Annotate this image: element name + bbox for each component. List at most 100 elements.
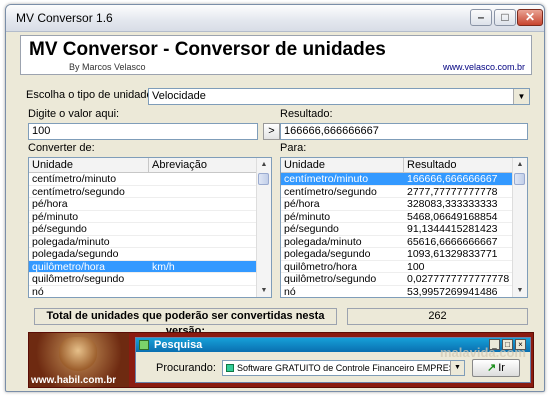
search-widget: Pesquisa _ □ × Procurando: Software GRAT… (135, 337, 531, 383)
list-item[interactable]: centímetro/minuto 166666,666666667 (281, 173, 513, 186)
list-item[interactable]: quilômetro/segundo 0,0277777777777778 (281, 273, 513, 286)
list-item-unit: centímetro/segundo (32, 185, 125, 198)
maximize-button[interactable]: □ (494, 9, 516, 26)
list-item-unit: pé/minuto (284, 210, 331, 223)
list-item-unit: nó (32, 285, 44, 298)
list-item-unit: quilômetro/segundo (32, 273, 125, 285)
result-field-text: 166666,666666667 (284, 125, 379, 137)
lion-logo-icon (59, 337, 97, 371)
list-item[interactable]: centímetro/minuto (29, 173, 257, 186)
unit-type-value: Velocidade (152, 90, 206, 102)
list-item-value: 5468,06649168854 (407, 210, 498, 223)
value-input-text: 100 (32, 125, 51, 137)
list-item[interactable]: pé/hora 328083,333333333 (281, 198, 513, 211)
column-header-unit[interactable]: Unidade (281, 158, 404, 172)
total-units-label: Total de unidades que poderão ser conver… (34, 308, 337, 337)
close-button[interactable]: ✕ (517, 9, 543, 26)
from-list-header: Unidade Abreviação (29, 158, 257, 173)
list-item[interactable]: pé/hora (29, 198, 257, 211)
list-item-unit: pé/segundo (284, 223, 339, 235)
list-item[interactable]: pé/minuto (29, 211, 257, 223)
search-label: Procurando: (156, 362, 216, 374)
list-item[interactable]: nó (29, 285, 257, 298)
list-item-value: 2777,77777777778 (407, 185, 498, 198)
list-item-unit: polegada/minuto (32, 235, 110, 248)
unit-type-label: Escolha o tipo de unidade: (26, 89, 156, 101)
from-label: Converter de: (28, 142, 95, 154)
list-item-value: km/h (152, 260, 175, 273)
search-combo[interactable]: Software GRATUITO de Controle Financeiro… (222, 360, 465, 376)
result-field[interactable]: 166666,666666667 (280, 123, 528, 140)
window-title: MV Conversor 1.6 (16, 11, 113, 25)
list-item-unit: centímetro/minuto (284, 173, 369, 185)
to-list-header: Unidade Resultado (281, 158, 513, 173)
list-item[interactable]: centímetro/segundo (29, 185, 257, 198)
value-input[interactable]: 100 (28, 123, 258, 140)
go-button-label: Ir (498, 362, 505, 374)
list-item[interactable]: quilômetro/hora 100 (281, 260, 513, 273)
from-list-scrollbar[interactable]: ▲ ▼ (256, 158, 271, 297)
list-item[interactable]: pé/segundo 91,1344415281423 (281, 223, 513, 236)
list-item-unit: nó (284, 285, 296, 298)
go-arrow-icon: ↗ (487, 362, 497, 374)
watermark: malavida.com (440, 345, 526, 360)
minimize-button[interactable]: – (470, 9, 492, 26)
column-header-unit[interactable]: Unidade (29, 158, 149, 172)
from-list-rows: centímetro/minuto centímetro/segundo pé/ho… (29, 173, 257, 298)
list-item-value: 1093,61329833771 (407, 248, 498, 260)
list-item-value: 0,0277777777777778 (407, 273, 510, 285)
list-item-value: 100 (407, 260, 425, 273)
go-button[interactable]: ↗ Ir (472, 359, 520, 377)
list-item[interactable]: quilômetro/hora km/h (29, 260, 257, 273)
title-bar[interactable]: MV Conversor 1.6 – □ ✕ (6, 5, 544, 32)
list-item[interactable]: polegada/segundo 1093,61329833771 (281, 248, 513, 261)
list-item[interactable]: centímetro/segundo 2777,77777777778 (281, 185, 513, 198)
search-title: Pesquisa (154, 339, 203, 351)
list-item[interactable]: quilômetro/segundo (29, 273, 257, 286)
habil-logo[interactable]: www.habil.com.br (29, 333, 129, 387)
list-item-unit: pé/hora (32, 198, 68, 210)
author-credit: By Marcos Velasco (69, 62, 146, 72)
list-item[interactable]: polegada/minuto 65616,6666666667 (281, 235, 513, 248)
scroll-thumb[interactable] (514, 173, 525, 185)
arrow-down-icon[interactable]: ▼ (513, 284, 527, 297)
from-unit-list[interactable]: Unidade Abreviação centímetro/minuto cent… (28, 157, 272, 298)
list-item-unit: pé/hora (284, 198, 320, 210)
list-item[interactable]: polegada/segundo (29, 248, 257, 261)
scroll-thumb[interactable] (258, 173, 269, 185)
search-combo-value: Software GRATUITO de Controle Financeiro… (237, 363, 465, 373)
list-item-value: 166666,666666667 (407, 173, 498, 185)
chevron-down-icon[interactable]: ▼ (513, 89, 529, 104)
column-header-abbr[interactable]: Abreviação (149, 158, 257, 172)
to-label: Para: (280, 142, 307, 154)
list-item[interactable]: polegada/minuto (29, 235, 257, 248)
list-item-unit: polegada/segundo (284, 248, 371, 260)
site-link[interactable]: www.velasco.com.br (443, 62, 525, 72)
value-label: Digite o valor aqui: (28, 108, 120, 120)
arrow-up-icon[interactable]: ▲ (513, 158, 527, 171)
app-header: MV Conversor - Conversor de unidades By … (20, 35, 532, 75)
to-list-rows: centímetro/minuto 166666,666666667 centíme… (281, 173, 513, 298)
convert-button[interactable]: > (263, 123, 280, 140)
arrow-down-icon[interactable]: ▼ (257, 284, 271, 297)
file-icon (226, 364, 234, 372)
maximize-icon: □ (501, 10, 509, 24)
list-item-value: 53,9957269941486 (407, 285, 498, 298)
list-item[interactable]: nó 53,9957269941486 (281, 285, 513, 298)
list-item-unit: centímetro/segundo (284, 185, 377, 198)
arrow-up-icon[interactable]: ▲ (257, 158, 271, 171)
to-unit-list[interactable]: Unidade Resultado centímetro/minuto 16666… (280, 157, 528, 298)
search-window-icon (139, 340, 149, 350)
chevron-down-icon[interactable]: ▼ (450, 361, 464, 375)
list-item[interactable]: pé/segundo (29, 223, 257, 236)
to-list-scrollbar[interactable]: ▲ ▼ (512, 158, 527, 297)
column-header-result[interactable]: Resultado (404, 158, 513, 172)
app-window: MV Conversor 1.6 – □ ✕ MV Conversor - Co… (5, 4, 545, 392)
list-item-unit: quilômetro/segundo (284, 273, 377, 285)
list-item-unit: quilômetro/hora (32, 260, 105, 273)
minimize-icon: – (477, 10, 485, 24)
list-item-unit: polegada/minuto (284, 235, 362, 248)
unit-type-select[interactable]: Velocidade ▼ (148, 88, 530, 105)
list-item[interactable]: pé/minuto 5468,06649168854 (281, 210, 513, 223)
list-item-unit: centímetro/minuto (32, 173, 117, 185)
